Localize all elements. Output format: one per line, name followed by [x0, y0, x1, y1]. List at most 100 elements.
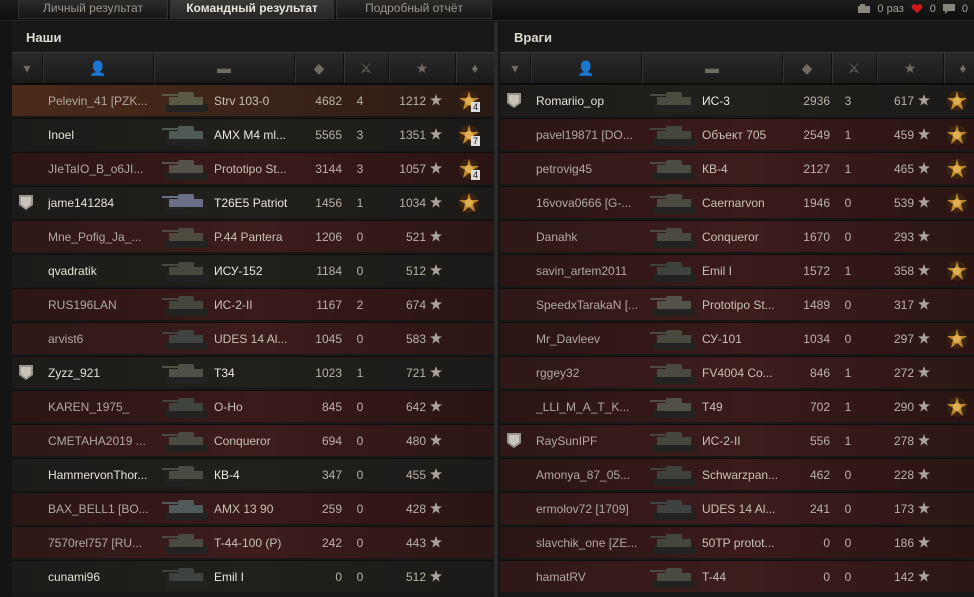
header-rank-icon[interactable]: ▾ — [500, 53, 531, 83]
player-name[interactable]: Mr_Davleev — [536, 323, 648, 355]
heart-icon[interactable] — [910, 4, 924, 14]
player-name[interactable]: cunami96 — [48, 561, 160, 593]
xp-star-icon — [430, 434, 442, 446]
player-name[interactable]: Inoel — [48, 119, 160, 151]
xp-value: 1034 — [399, 196, 426, 210]
player-name[interactable]: BAX_BELL1 [BO... — [48, 493, 160, 525]
player-row[interactable]: 16vova0666 [G-... Caernarvon 1946 0 539 — [500, 186, 974, 218]
header-vehicle-icon[interactable]: ▬ — [154, 53, 295, 83]
player-row[interactable]: slavchik_one [ZE... 50TP protot... 0 0 186 — [500, 526, 974, 558]
header-rank-icon[interactable]: ▾ — [12, 53, 43, 83]
player-name[interactable]: Pelevin_41 [PZK... — [48, 85, 160, 117]
player-row[interactable]: Zyzz_921 T34 1023 1 721 — [12, 356, 494, 388]
header-kills-icon[interactable]: ⚔ — [344, 53, 389, 83]
replay-icon[interactable] — [857, 4, 871, 14]
player-name[interactable]: Romariio_op — [536, 85, 648, 117]
kills-icon: ⚔ — [847, 59, 861, 76]
tab-team-result[interactable]: Командный результат — [170, 0, 334, 19]
header-medal-icon[interactable]: ♦ — [944, 53, 974, 83]
player-row[interactable]: KAREN_1975_ O-Ho 845 0 642 — [12, 390, 494, 422]
player-name[interactable]: arvist6 — [48, 323, 160, 355]
xp-value: 721 — [405, 366, 426, 380]
player-name[interactable]: KAREN_1975_ — [48, 391, 160, 423]
xp-value: 278 — [893, 434, 914, 448]
player-name[interactable]: Zyzz_921 — [48, 357, 160, 389]
player-row[interactable]: Inoel AMX M4 ml... 5565 3 1351 7 — [12, 118, 494, 150]
player-row[interactable]: RaySunIPF ИС-2-II 556 1 278 — [500, 424, 974, 456]
kills-value: 0 — [844, 196, 852, 210]
player-row[interactable]: cunami96 Emil I 0 0 512 — [12, 560, 494, 592]
header-damage-icon[interactable]: ◆ — [783, 53, 832, 83]
player-row[interactable]: SpeedxTarakaN [... Prototipo St... 1489 0 31… — [500, 288, 974, 320]
header-damage-icon[interactable]: ◆ — [295, 53, 344, 83]
kills-value: 0 — [356, 230, 364, 244]
damage-value: 259 — [321, 502, 342, 516]
damage-value: 2549 — [803, 128, 830, 142]
kills-value: 0 — [356, 570, 364, 584]
player-row[interactable]: arvist6 UDES 14 Al... 1045 0 583 — [12, 322, 494, 354]
player-row[interactable]: pavel19871 [DO... Объект 705 2549 1 459 — [500, 118, 974, 150]
player-name[interactable]: Mne_Pofig_Ja_... — [48, 221, 160, 253]
player-name[interactable]: petrovig45 — [536, 153, 648, 185]
tank-icon — [162, 466, 208, 486]
xp-star-icon — [918, 570, 930, 582]
player-row[interactable]: HammervonThor... КВ-4 347 0 455 — [12, 458, 494, 490]
vehicle-name: AMX M4 ml... — [214, 128, 287, 142]
player-name[interactable]: SpeedxTarakaN [... — [536, 289, 648, 321]
header-player-icon[interactable]: 👤 — [531, 53, 642, 83]
header-xp-star-icon[interactable]: ★ — [389, 53, 456, 83]
player-name[interactable]: rggey32 — [536, 357, 648, 389]
player-row[interactable]: jame141284 T26E5 Patriot 1456 1 1034 — [12, 186, 494, 218]
player-row[interactable]: _LLI_M_A_T_K... T49 702 1 290 — [500, 390, 974, 422]
player-row[interactable]: rggey32 FV4004 Co... 846 1 272 — [500, 356, 974, 388]
tank-icon — [650, 466, 696, 486]
damage-value: 1045 — [315, 332, 342, 346]
player-name[interactable]: 7570rel757 [RU... — [48, 527, 160, 559]
player-name[interactable]: Amonya_87_05... — [536, 459, 648, 491]
player-name[interactable]: slavchik_one [ZE... — [536, 527, 648, 559]
header-vehicle-icon[interactable]: ▬ — [642, 53, 783, 83]
player-row[interactable]: 7570rel757 [RU... T-44-100 (P) 242 0 443 — [12, 526, 494, 558]
player-row[interactable]: Romariio_op ИС-3 2936 3 617 — [500, 84, 974, 116]
player-name[interactable]: _LLI_M_A_T_K... — [536, 391, 648, 423]
player-row[interactable]: BAX_BELL1 [BO... AMX 13 90 259 0 428 — [12, 492, 494, 524]
player-name[interactable]: JIeTaIO_B_o6JI... — [48, 153, 160, 185]
player-name[interactable]: Danahk — [536, 221, 648, 253]
player-row[interactable]: Mne_Pofig_Ja_... P.44 Pantera 1206 0 521 — [12, 220, 494, 252]
header-player-icon[interactable]: 👤 — [43, 53, 154, 83]
damage-value: 4682 — [315, 94, 342, 108]
player-name[interactable]: RaySunIPF — [536, 425, 648, 457]
header-medal-icon[interactable]: ♦ — [456, 53, 495, 83]
player-name[interactable]: 16vova0666 [G-... — [536, 187, 648, 219]
player-row[interactable]: Danahk Conqueror 1670 0 293 — [500, 220, 974, 252]
player-name[interactable]: ermolov72 [1709] — [536, 493, 648, 525]
player-name[interactable]: pavel19871 [DO... — [536, 119, 648, 151]
player-row[interactable]: JIeTaIO_B_o6JI... Prototipo St... 3144 3 105… — [12, 152, 494, 184]
player-row[interactable]: Mr_Davleev СУ-101 1034 0 297 — [500, 322, 974, 354]
player-name[interactable]: hamatRV — [536, 561, 648, 593]
player-row[interactable]: ermolov72 [1709] UDES 14 Al... 241 0 173 — [500, 492, 974, 524]
player-name[interactable]: CMETAHA2019 ... — [48, 425, 160, 457]
player-row[interactable]: CMETAHA2019 ... Conqueror 694 0 480 — [12, 424, 494, 456]
player-row[interactable]: savin_artem2011 Emil I 1572 1 358 — [500, 254, 974, 286]
player-name[interactable]: savin_artem2011 — [536, 255, 648, 287]
player-row[interactable]: Amonya_87_05... Schwarzpan... 462 0 228 — [500, 458, 974, 490]
vehicle-icon: ▬ — [705, 60, 719, 76]
header-xp-star-icon[interactable]: ★ — [877, 53, 944, 83]
player-name[interactable]: jame141284 — [48, 187, 160, 219]
xp-value: 512 — [405, 570, 426, 584]
player-row[interactable]: hamatRV T-44 0 0 142 — [500, 560, 974, 592]
player-name[interactable]: HammervonThor... — [48, 459, 160, 491]
kills-value: 0 — [844, 570, 852, 584]
tab-detailed-report[interactable]: Подробный отчёт — [336, 0, 492, 19]
player-name[interactable]: RUS196LAN — [48, 289, 160, 321]
player-row[interactable]: Pelevin_41 [PZK... Strv 103-0 4682 4 1212 4 — [12, 84, 494, 116]
kills-value: 3 — [356, 162, 364, 176]
player-name[interactable]: qvadratik — [48, 255, 160, 287]
header-kills-icon[interactable]: ⚔ — [832, 53, 877, 83]
player-row[interactable]: qvadratik ИСУ-152 1184 0 512 — [12, 254, 494, 286]
tab-personal-result[interactable]: Личный результат — [18, 0, 168, 19]
player-row[interactable]: petrovig45 КВ-4 2127 1 465 — [500, 152, 974, 184]
player-row[interactable]: RUS196LAN ИС-2-II 1167 2 674 — [12, 288, 494, 320]
message-icon[interactable] — [942, 4, 956, 14]
